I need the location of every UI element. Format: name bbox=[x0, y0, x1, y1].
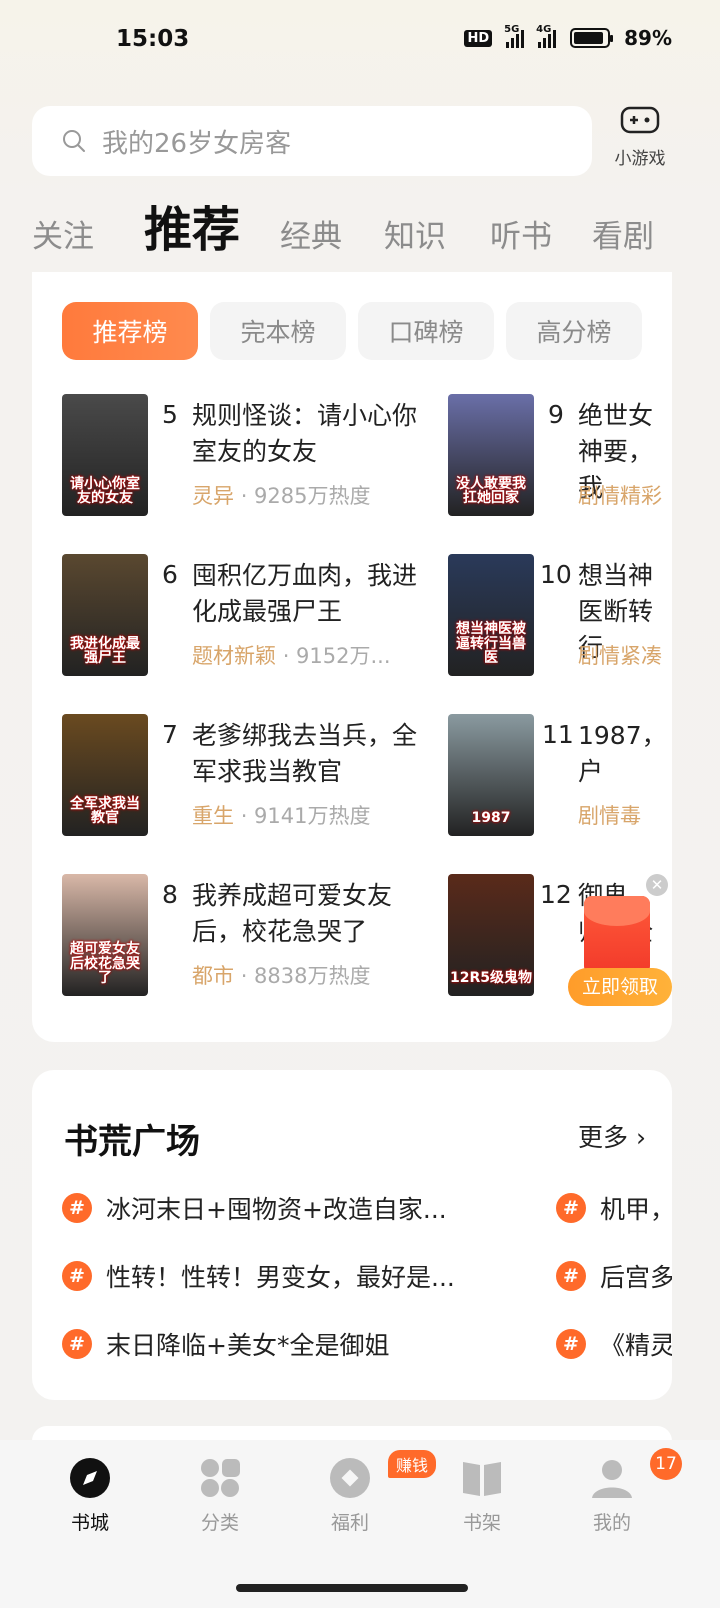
book-item[interactable]: 1987 11 1987，户 剧情毒 bbox=[448, 714, 672, 838]
topic-item[interactable]: # 《精灵 bbox=[556, 1324, 672, 1364]
search-input[interactable]: 我的26岁女房客 bbox=[32, 106, 592, 176]
gamepad-icon bbox=[620, 106, 660, 134]
hashtag-icon: # bbox=[62, 1261, 92, 1291]
book-cover: 我进化成最强尸王 bbox=[62, 554, 148, 676]
book-item[interactable]: 想当神医被逼转行当兽医 10 想当神医断转行 剧情紧凑 bbox=[448, 554, 672, 678]
book-title: 囤积亿万血肉，我进化成最强尸王 bbox=[192, 561, 418, 626]
topic-item[interactable]: # 性转！性转！男变女，最好是... bbox=[62, 1256, 455, 1296]
topic-item[interactable]: # 后宫多 bbox=[556, 1256, 672, 1296]
notification-badge: 17 bbox=[650, 1448, 682, 1480]
mini-game-label: 小游戏 bbox=[614, 149, 666, 169]
coin-icon: 赚钱 bbox=[328, 1450, 437, 1500]
top-tabs: 关注 推荐 经典 知识 听书 看剧 bbox=[0, 200, 720, 270]
signal-5g-icon: 5G bbox=[504, 24, 525, 48]
status-bar: 15:03 HD 5G 4G 89% bbox=[0, 0, 720, 84]
hashtag-icon: # bbox=[62, 1329, 92, 1359]
status-icons: HD 5G 4G 89% bbox=[464, 24, 672, 50]
topic-item[interactable]: # 冰河末日+囤物资+改造自家... bbox=[62, 1188, 447, 1228]
hd-icon: HD bbox=[464, 29, 493, 47]
nav-bookstore[interactable]: 书城 bbox=[40, 1456, 140, 1535]
tab-drama[interactable]: 看剧 bbox=[592, 211, 654, 256]
book-cover: 全军求我当教官 bbox=[62, 714, 148, 836]
close-icon[interactable]: ✕ bbox=[646, 874, 668, 896]
more-link[interactable]: 更多 › bbox=[578, 1118, 646, 1154]
hashtag-icon: # bbox=[62, 1193, 92, 1223]
bottom-nav: 书城 分类 赚钱 福利 书架 17 我的 bbox=[0, 1440, 720, 1608]
book-meta: 都市 · 8838万热度 bbox=[192, 964, 371, 988]
book-title: 老爹绑我去当兵，全军求我当教官 bbox=[192, 721, 418, 786]
book-cover: 超可爱女友后校花急哭了 bbox=[62, 874, 148, 996]
book-cover: 没人敢要我扛她回家 bbox=[448, 394, 534, 516]
rank-number: 10 bbox=[540, 560, 572, 589]
rank-number: 9 bbox=[548, 400, 564, 429]
rank-number: 11 bbox=[542, 720, 574, 749]
home-indicator[interactable] bbox=[236, 1584, 468, 1592]
book-title: 规则怪谈：请小心你室友的女友 bbox=[192, 401, 418, 466]
nav-welfare[interactable]: 赚钱 福利 bbox=[300, 1450, 437, 1535]
nav-category[interactable]: 分类 bbox=[170, 1456, 270, 1535]
book-cover: 想当神医被逼转行当兽医 bbox=[448, 554, 534, 676]
rank-tab-high-score[interactable]: 高分榜 bbox=[506, 302, 642, 360]
hashtag-icon: # bbox=[556, 1193, 586, 1223]
tab-classic[interactable]: 经典 bbox=[280, 211, 342, 256]
book-cover: 1987 bbox=[448, 714, 534, 836]
book-title: 我养成超可爱女友后，校花急哭了 bbox=[192, 881, 393, 946]
topic-item[interactable]: # 机甲， bbox=[556, 1188, 672, 1228]
user-icon: 17 bbox=[590, 1448, 682, 1500]
tab-audiobook[interactable]: 听书 bbox=[490, 211, 552, 256]
nav-profile[interactable]: 17 我的 bbox=[562, 1448, 682, 1535]
tab-recommend[interactable]: 推荐 bbox=[144, 190, 240, 260]
book-square-card: 书荒广场 更多 › # 冰河末日+囤物资+改造自家... # 性转！性转！男变女，最… bbox=[32, 1070, 672, 1400]
book-item[interactable]: 请小心你室友的女友 5 规则怪谈：请小心你室友的女友 灵异 · 9285万热度 bbox=[62, 394, 482, 518]
book-cover: 12R5级鬼物 bbox=[448, 874, 534, 996]
rank-tab-recommend[interactable]: 推荐榜 bbox=[62, 302, 198, 360]
book-title: 1987，户 bbox=[578, 721, 667, 786]
compass-icon bbox=[68, 1456, 112, 1500]
book-item[interactable]: 超可爱女友后校花急哭了 8 我养成超可爱女友后，校花急哭了 都市 · 8838万… bbox=[62, 874, 482, 998]
book-meta: 重生 · 9141万热度 bbox=[192, 804, 371, 828]
nav-bookshelf[interactable]: 书架 bbox=[432, 1456, 532, 1535]
rank-tab-reputation[interactable]: 口碑榜 bbox=[358, 302, 494, 360]
rank-tab-complete[interactable]: 完本榜 bbox=[210, 302, 346, 360]
rank-number: 8 bbox=[162, 880, 178, 909]
book-meta: 剧情精彩 bbox=[578, 484, 662, 508]
book-meta: 剧情毒 bbox=[578, 804, 641, 828]
battery-icon bbox=[570, 28, 614, 48]
mini-game-button[interactable]: 小游戏 bbox=[612, 104, 668, 169]
red-packet-icon[interactable] bbox=[584, 896, 650, 974]
category-icon bbox=[198, 1456, 242, 1500]
book-icon bbox=[460, 1456, 504, 1500]
red-packet-widget[interactable]: ✕ 立即领取 bbox=[568, 872, 672, 1012]
ranking-tabs: 推荐榜 完本榜 口碑榜 高分榜 bbox=[62, 302, 642, 360]
rank-number: 5 bbox=[162, 400, 178, 429]
book-cover: 请小心你室友的女友 bbox=[62, 394, 148, 516]
topic-item[interactable]: # 末日降临+美女*全是御姐 bbox=[62, 1324, 389, 1364]
section-title: 书荒广场 bbox=[64, 1122, 200, 1162]
claim-button[interactable]: 立即领取 bbox=[568, 968, 672, 1006]
book-item[interactable]: 没人敢要我扛她回家 9 绝世女神要，我 剧情精彩 bbox=[448, 394, 672, 518]
book-item[interactable]: 全军求我当教官 7 老爹绑我去当兵，全军求我当教官 重生 · 9141万热度 bbox=[62, 714, 482, 838]
book-item[interactable]: 我进化成最强尸王 6 囤积亿万血肉，我进化成最强尸王 题材新颖 · 9152万.… bbox=[62, 554, 482, 678]
tab-knowledge[interactable]: 知识 bbox=[384, 211, 446, 256]
hashtag-icon: # bbox=[556, 1261, 586, 1291]
signal-4g-icon: 4G bbox=[536, 24, 557, 48]
rank-number: 6 bbox=[162, 560, 178, 589]
search-placeholder: 我的26岁女房客 bbox=[102, 128, 292, 159]
search-icon bbox=[63, 130, 85, 152]
status-time: 15:03 bbox=[116, 26, 190, 52]
book-meta: 题材新颖 · 9152万... bbox=[192, 644, 391, 668]
book-meta: 灵异 · 9285万热度 bbox=[192, 484, 371, 508]
book-meta: 剧情紧凑 bbox=[578, 644, 662, 668]
battery-percent: 89% bbox=[624, 26, 672, 50]
rank-number: 7 bbox=[162, 720, 178, 749]
earn-badge: 赚钱 bbox=[388, 1450, 437, 1478]
tab-follow[interactable]: 关注 bbox=[32, 211, 94, 256]
hashtag-icon: # bbox=[556, 1329, 586, 1359]
